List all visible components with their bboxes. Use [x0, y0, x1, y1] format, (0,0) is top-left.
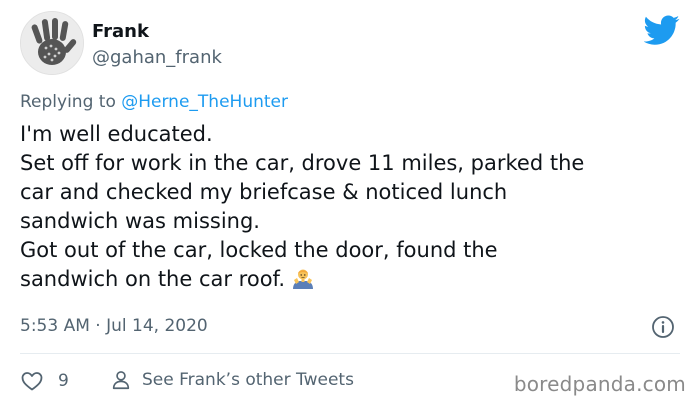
- tweet-line: I'm well educated.: [20, 122, 213, 146]
- tweet-card: Frank @gahan_frank Replying to @Herne_Th…: [0, 0, 700, 407]
- like-count: 9: [58, 371, 69, 391]
- tweet-line: car and checked my briefcase & noticed l…: [20, 180, 508, 204]
- reply-prefix: Replying to: [20, 92, 116, 112]
- reply-mention-link[interactable]: @Herne_TheHunter: [121, 92, 288, 112]
- author-display-name[interactable]: Frank: [92, 21, 149, 42]
- see-other-tweets-link[interactable]: See Frank’s other Tweets: [110, 369, 354, 391]
- man-shrugging-emoji-icon: [291, 266, 315, 290]
- see-other-tweets-label: See Frank’s other Tweets: [142, 370, 354, 390]
- tweet-line: sandwich was missing.: [20, 209, 260, 233]
- tweet-line: Got out of the car, locked the door, fou…: [20, 238, 498, 262]
- tweet-line-last: sandwich on the car roof.: [20, 265, 685, 294]
- info-icon[interactable]: [651, 315, 675, 339]
- avatar[interactable]: [20, 11, 84, 75]
- author-handle[interactable]: @gahan_frank: [92, 47, 222, 68]
- like-button[interactable]: 9: [20, 369, 69, 393]
- tweet-timestamp[interactable]: 5:53 AM · Jul 14, 2020: [20, 316, 208, 336]
- tweet-line-text: sandwich on the car roof.: [20, 267, 286, 291]
- twitter-bird-icon[interactable]: [644, 12, 680, 48]
- tweet-line: Set off for work in the car, drove 11 mi…: [20, 151, 585, 175]
- person-icon: [110, 369, 132, 391]
- tweet-text: I'm well educated. Set off for work in t…: [20, 120, 685, 294]
- watermark: boredpanda.com: [513, 372, 686, 396]
- reply-context: Replying to @Herne_TheHunter: [20, 92, 288, 112]
- divider: [20, 353, 680, 354]
- handprint-avatar-icon: [21, 12, 83, 74]
- heart-icon: [20, 369, 44, 393]
